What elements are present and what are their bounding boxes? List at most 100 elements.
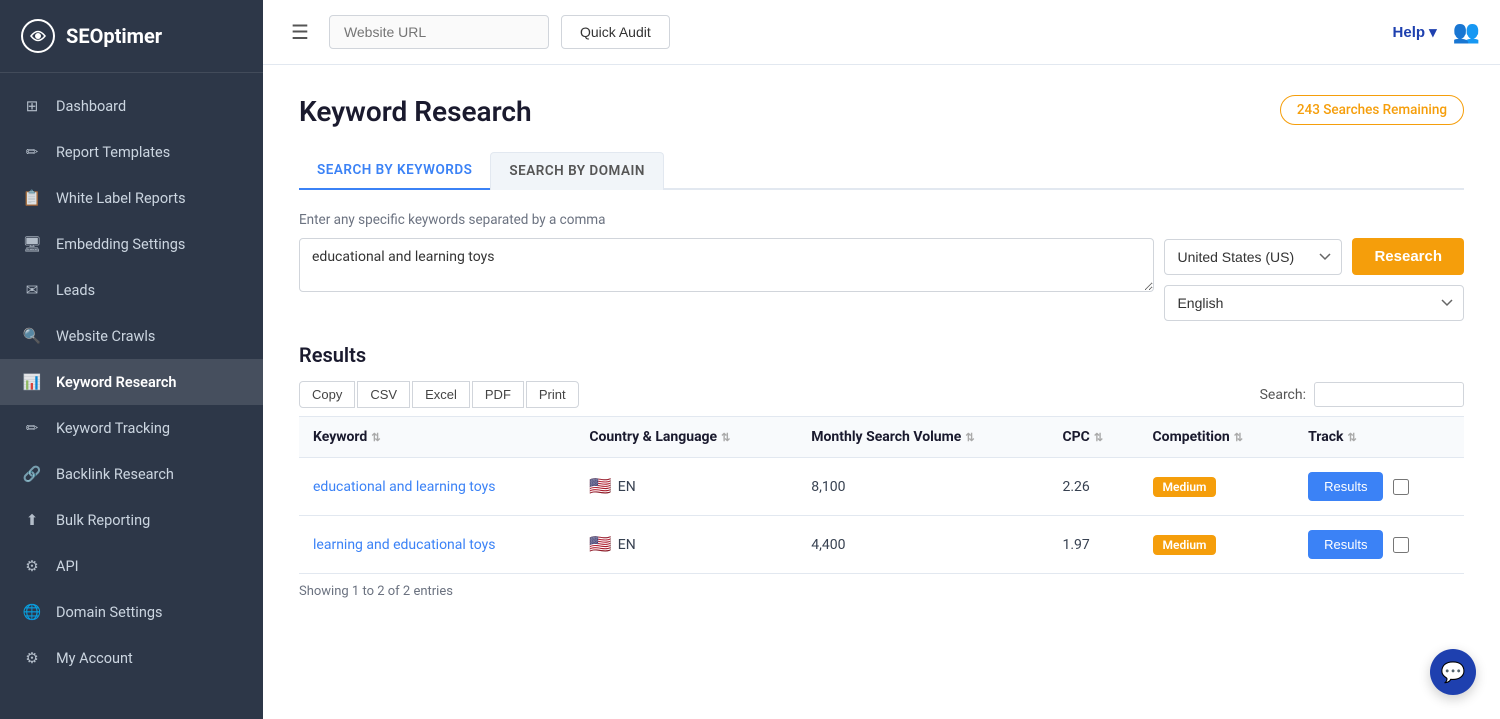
sidebar-label-leads: Leads	[56, 282, 95, 299]
sidebar-icon-leads: ✉	[22, 280, 42, 300]
sidebar-icon-api: ⚙	[22, 556, 42, 576]
url-input[interactable]	[329, 15, 549, 49]
results-title: Results	[299, 343, 1464, 367]
search-hint: Enter any specific keywords separated by…	[299, 212, 1464, 228]
keyword-textarea[interactable]	[299, 238, 1154, 292]
sidebar-item-backlink-research[interactable]: 🔗 Backlink Research	[0, 451, 263, 497]
keyword-cell: learning and educational toys	[299, 516, 575, 574]
results-button[interactable]: Results	[1308, 472, 1383, 501]
sidebar-icon-dashboard: ⊞	[22, 96, 42, 116]
searches-remaining-badge: 243 Searches Remaining	[1280, 95, 1464, 125]
search-controls-row: United States (US)United Kingdom (GB)Aus…	[299, 238, 1464, 321]
col-header-cpc[interactable]: CPC⇅	[1048, 417, 1138, 458]
col-header-keyword[interactable]: Keyword⇅	[299, 417, 575, 458]
col-header-competition[interactable]: Competition⇅	[1139, 417, 1295, 458]
main-wrapper: ☰ Quick Audit Help ▾ 👥 Keyword Research …	[263, 0, 1500, 719]
lang-code: EN	[618, 479, 636, 495]
sidebar-item-domain-settings[interactable]: 🌐Domain Settings	[0, 589, 263, 635]
sidebar-label-my-account: My Account	[56, 650, 133, 667]
sidebar-item-dashboard[interactable]: ⊞ Dashboard	[0, 83, 263, 129]
flag-icon: 🇺🇸	[589, 534, 611, 555]
sidebar-icon-my-account: ⚙	[22, 648, 42, 668]
country-lang-cell: 🇺🇸 EN	[575, 516, 797, 574]
search-tabs: SEARCH BY KEYWORDSSEARCH BY DOMAIN	[299, 152, 1464, 190]
sort-icon-country-language: ⇅	[721, 431, 730, 444]
flag-cell: 🇺🇸 EN	[589, 476, 783, 497]
track-checkbox[interactable]	[1393, 479, 1409, 495]
tab-by-domain[interactable]: SEARCH BY DOMAIN	[490, 152, 664, 190]
sidebar-item-leads[interactable]: ✉ Leads	[0, 267, 263, 313]
logo-area: SEOptimer	[0, 0, 263, 73]
sort-icon-track: ⇅	[1347, 431, 1356, 444]
lang-code: EN	[618, 537, 636, 553]
sidebar-label-keyword-research: Keyword Research	[56, 374, 176, 391]
sidebar-item-website-crawls[interactable]: 🔍Website Crawls	[0, 313, 263, 359]
col-header-track[interactable]: Track⇅	[1294, 417, 1464, 458]
sidebar-icon-backlink-research: 🔗	[22, 464, 42, 484]
country-lang-cell: 🇺🇸 EN	[575, 458, 797, 516]
sidebar-icon-white-label-reports: 📋	[22, 188, 42, 208]
topbar: ☰ Quick Audit Help ▾ 👥	[263, 0, 1500, 65]
quick-audit-button[interactable]: Quick Audit	[561, 15, 670, 49]
sidebar-label-domain-settings: Domain Settings	[56, 604, 162, 621]
research-button[interactable]: Research	[1352, 238, 1464, 275]
sidebar-label-embedding-settings: Embedding Settings	[56, 236, 185, 253]
tab-by-keywords[interactable]: SEARCH BY KEYWORDS	[299, 152, 490, 190]
sidebar-label-bulk-reporting: Bulk Reporting	[56, 512, 150, 529]
table-row: learning and educational toys 🇺🇸 EN 4,4001.…	[299, 516, 1464, 574]
results-table: Keyword⇅Country & Language⇅Monthly Searc…	[299, 416, 1464, 574]
page-content: Keyword Research 243 Searches Remaining …	[263, 65, 1500, 719]
sort-icon-competition: ⇅	[1234, 431, 1243, 444]
sidebar-label-backlink-research: Backlink Research	[56, 466, 174, 483]
cpc-cell: 2.26	[1048, 458, 1138, 516]
volume-cell: 4,400	[797, 516, 1048, 574]
country-select[interactable]: United States (US)United Kingdom (GB)Aus…	[1164, 239, 1342, 275]
sidebar-label-keyword-tracking: Keyword Tracking	[56, 420, 170, 437]
sidebar-item-my-account[interactable]: ⚙ My Account	[0, 635, 263, 681]
sidebar-item-report-templates[interactable]: ✏Report Templates	[0, 129, 263, 175]
sidebar-icon-keyword-tracking: ✏	[22, 418, 42, 438]
users-icon[interactable]: 👥	[1453, 20, 1480, 45]
sidebar-icon-website-crawls: 🔍	[22, 326, 42, 346]
sidebar-icon-embedding-settings: 🖥	[22, 234, 42, 254]
export-btn-excel[interactable]: Excel	[412, 381, 470, 408]
sidebar-item-api[interactable]: ⚙ API	[0, 543, 263, 589]
cpc-cell: 1.97	[1048, 516, 1138, 574]
export-btn-copy[interactable]: Copy	[299, 381, 355, 408]
volume-cell: 8,100	[797, 458, 1048, 516]
competition-cell: Medium	[1139, 516, 1295, 574]
keyword-cell: educational and learning toys	[299, 458, 575, 516]
topbar-right: Help ▾ 👥	[1393, 20, 1480, 45]
showing-text: Showing 1 to 2 of 2 entries	[299, 584, 1464, 599]
logo-text: SEOptimer	[66, 24, 162, 48]
hamburger-button[interactable]: ☰	[283, 16, 317, 49]
chat-bubble[interactable]: 💬	[1430, 649, 1476, 695]
sidebar-label-report-templates: Report Templates	[56, 144, 170, 161]
export-btn-print[interactable]: Print	[526, 381, 579, 408]
sidebar-label-dashboard: Dashboard	[56, 98, 126, 115]
sidebar-item-bulk-reporting[interactable]: ⬆ Bulk Reporting	[0, 497, 263, 543]
flag-cell: 🇺🇸 EN	[589, 534, 783, 555]
flag-icon: 🇺🇸	[589, 476, 611, 497]
sidebar-label-api: API	[56, 558, 79, 575]
search-controls: United States (US)United Kingdom (GB)Aus…	[1164, 238, 1464, 321]
results-button[interactable]: Results	[1308, 530, 1383, 559]
sidebar-icon-bulk-reporting: ⬆	[22, 510, 42, 530]
keyword-link[interactable]: learning and educational toys	[313, 537, 495, 553]
track-checkbox[interactable]	[1393, 537, 1409, 553]
sidebar-item-keyword-tracking[interactable]: ✏ Keyword Tracking	[0, 405, 263, 451]
export-btn-pdf[interactable]: PDF	[472, 381, 524, 408]
keyword-link[interactable]: educational and learning toys	[313, 479, 495, 495]
col-header-monthly-volume[interactable]: Monthly Search Volume⇅	[797, 417, 1048, 458]
col-header-country-language[interactable]: Country & Language⇅	[575, 417, 797, 458]
sidebar-item-white-label-reports[interactable]: 📋White Label Reports	[0, 175, 263, 221]
sidebar-item-keyword-research[interactable]: 📊Keyword Research	[0, 359, 263, 405]
chevron-down-icon: ▾	[1429, 23, 1437, 41]
track-cell: Results	[1294, 516, 1464, 573]
language-select[interactable]: EnglishSpanishFrench	[1164, 285, 1464, 321]
table-search-row: Search:	[1260, 382, 1464, 407]
export-btn-csv[interactable]: CSV	[357, 381, 410, 408]
help-button[interactable]: Help ▾	[1393, 23, 1437, 41]
sidebar-item-embedding-settings[interactable]: 🖥 Embedding Settings	[0, 221, 263, 267]
table-search-input[interactable]	[1314, 382, 1464, 407]
